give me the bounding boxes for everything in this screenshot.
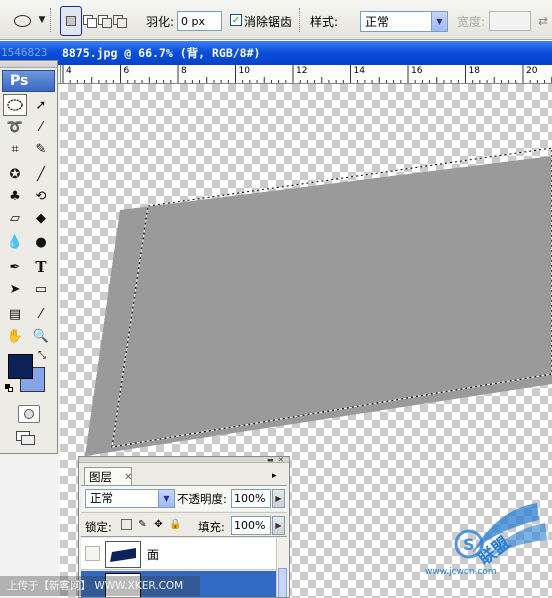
panel-grip[interactable]: [79, 457, 289, 463]
lock-position-icon[interactable]: ✥: [153, 519, 164, 530]
antialias-label: 消除锯齿: [244, 14, 293, 29]
upload-watermark: 上传于【新客网】 WWW.XKER.COM: [0, 576, 200, 596]
opacity-slider-arrow-icon[interactable]: ▶: [272, 489, 285, 508]
elliptical-marquee-icon[interactable]: [8, 11, 36, 31]
layers-lock-row: 锁定: ✎ ✥ 🔒 填充: 100% ▶: [81, 512, 287, 537]
ruler-number: 16: [411, 66, 423, 76]
style-label: 样式:: [310, 14, 339, 29]
subtract-from-selection-icon[interactable]: [97, 12, 112, 29]
path-selection-icon[interactable]: ➤: [3, 278, 27, 300]
swap-dimensions-icon[interactable]: ⇄: [535, 11, 551, 31]
width-label: 宽度:: [457, 14, 486, 29]
magic-wand-icon[interactable]: ⁄: [29, 116, 53, 138]
lock-transparency-icon[interactable]: [121, 519, 132, 530]
notes-icon[interactable]: ▤: [3, 303, 27, 325]
clone-stamp-icon[interactable]: ♣: [3, 185, 27, 207]
ruler-number: 4: [66, 66, 72, 76]
feather-input[interactable]: 0 px: [177, 11, 222, 31]
fill-input[interactable]: 100%: [231, 516, 271, 535]
tab-layers[interactable]: 图层 ✕: [84, 467, 132, 486]
options-divider: [299, 8, 301, 32]
ruler-number: 14: [353, 66, 365, 76]
type-icon[interactable]: T: [29, 256, 53, 278]
hand-icon[interactable]: ✋: [3, 325, 27, 347]
layer-row[interactable]: 面: [81, 538, 276, 570]
ruler-number: 20: [526, 66, 538, 76]
lock-label: 锁定:: [85, 520, 112, 534]
healing-brush-icon[interactable]: ✪: [3, 163, 27, 185]
rectangle-icon[interactable]: ▭: [29, 278, 53, 300]
elliptical-marquee-icon[interactable]: [3, 94, 27, 116]
slice-icon[interactable]: ✎: [29, 138, 53, 160]
antialias-checkbox[interactable]: ✓: [230, 14, 242, 26]
lock-all-icon[interactable]: 🔒: [169, 519, 181, 530]
feather-label: 羽化:: [146, 14, 175, 29]
lock-pixels-icon[interactable]: ✎: [137, 519, 148, 530]
ruler-number: 8: [181, 66, 187, 76]
horizontal-ruler[interactable]: 4681012141618202224: [60, 65, 552, 84]
panel-menu-icon[interactable]: ▸: [272, 471, 277, 481]
foreground-color-swatch[interactable]: [8, 354, 33, 379]
width-input[interactable]: [489, 11, 531, 31]
options-divider: [50, 8, 52, 32]
tab-layers-label: 图层: [89, 470, 112, 484]
move-icon[interactable]: ➚: [29, 94, 53, 116]
brush-icon[interactable]: ╱: [29, 163, 53, 185]
zoom-icon[interactable]: 🔍: [29, 325, 53, 347]
ruler-number: 10: [238, 66, 250, 76]
intersect-selection-icon[interactable]: [112, 12, 127, 29]
chevron-down-icon: ▼: [431, 12, 447, 31]
layer-name[interactable]: 面: [147, 546, 159, 563]
pen-icon[interactable]: ✒: [3, 256, 27, 278]
ruler-number: 12: [296, 66, 308, 76]
tool-preset-dropdown-icon[interactable]: ▼: [37, 13, 47, 27]
lasso-icon[interactable]: ➰: [3, 116, 27, 138]
opacity-label: 不透明度:: [177, 492, 227, 506]
default-colors-icon[interactable]: [5, 384, 13, 392]
screen-mode-icon[interactable]: [16, 429, 40, 449]
document-title-bar[interactable]: 1546823 8875.jpg @ 66.7% (背, RGB/8#): [0, 41, 552, 65]
close-icon[interactable]: ✕: [278, 457, 284, 464]
paint-bucket-icon[interactable]: ◆: [29, 207, 53, 229]
toolbox-grip[interactable]: [0, 61, 57, 68]
blend-mode-value: 正常: [90, 491, 113, 505]
logo-watermark-url: www.jcwcn.com: [425, 567, 497, 577]
layers-scrollbar[interactable]: [276, 538, 288, 597]
layer-visibility-toggle[interactable]: [85, 546, 100, 561]
toolbox: Ps ➚ ➰ ⁄ ⌗ ✎ ✪ ╱ ♣ ⟲ ▱ ◆ 💧 ● ✒ T ➤ ▭ ▤ ⁄…: [0, 60, 58, 454]
document-title-id: 1546823: [1, 46, 48, 59]
document-title: 8875.jpg @ 66.7% (背, RGB/8#): [62, 46, 261, 60]
fill-slider-arrow-icon[interactable]: ▶: [272, 516, 285, 535]
gray-shape: [85, 156, 552, 456]
chevron-down-icon: ▼: [158, 490, 174, 507]
style-select-value: 正常: [365, 15, 390, 29]
swap-colors-icon[interactable]: ⤡: [38, 350, 46, 361]
crop-icon[interactable]: ⌗: [3, 138, 27, 160]
eraser-icon[interactable]: ▱: [3, 207, 27, 229]
ruler-number: 18: [468, 66, 480, 76]
add-to-selection-icon[interactable]: [82, 12, 97, 29]
blend-mode-select[interactable]: 正常 ▼: [85, 489, 175, 508]
history-brush-icon[interactable]: ⟲: [29, 185, 53, 207]
quick-mask-icon[interactable]: [18, 405, 40, 423]
layers-blend-row: 正常 ▼ 不透明度: 100% ▶: [81, 485, 287, 511]
new-selection-icon[interactable]: [60, 6, 82, 36]
minimize-icon[interactable]: ▬: [267, 457, 274, 464]
fill-label: 填充:: [198, 520, 225, 534]
options-bar: ▼ 羽化: 0 px ✓ 消除锯齿 样式: 正常 ▼ 宽度: ⇄: [0, 0, 552, 40]
opacity-input[interactable]: 100%: [231, 489, 271, 508]
blur-icon[interactable]: 💧: [3, 231, 27, 253]
eyedropper-icon[interactable]: ⁄: [29, 303, 53, 325]
style-select[interactable]: 正常 ▼: [360, 11, 448, 32]
layer-thumbnail: [105, 541, 141, 568]
dodge-icon[interactable]: ●: [29, 231, 53, 253]
ruler-number: 6: [123, 66, 130, 76]
photoshop-logo[interactable]: Ps: [2, 70, 55, 92]
